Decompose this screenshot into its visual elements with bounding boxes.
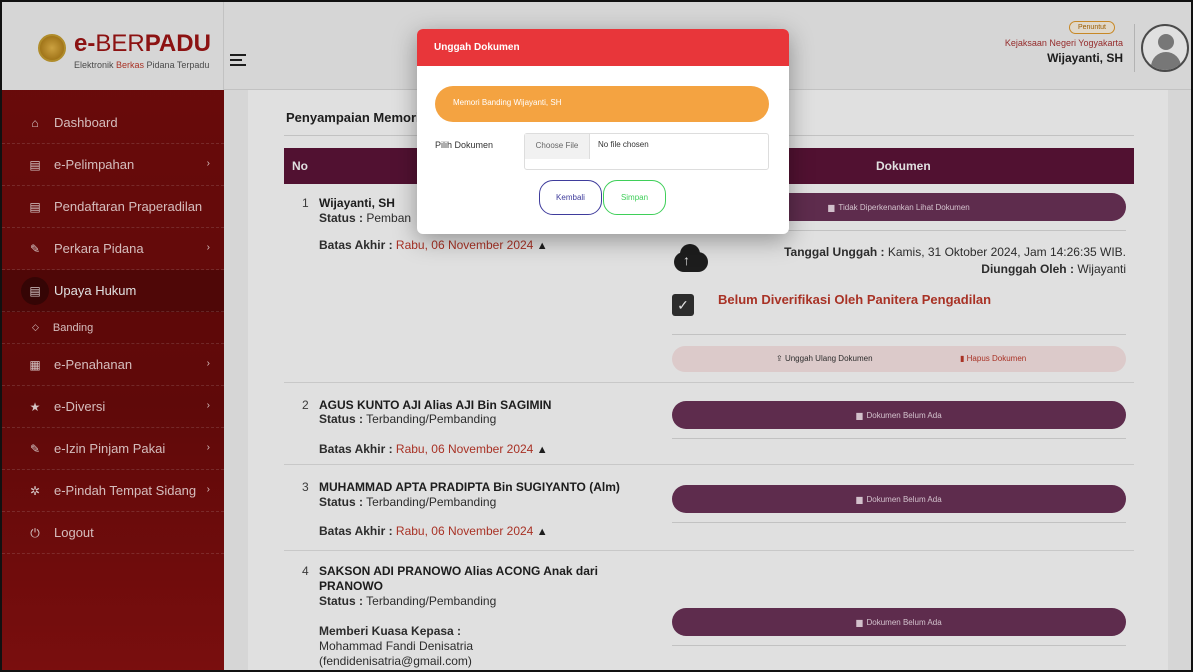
- back-button[interactable]: Kembali: [539, 180, 602, 215]
- app-frame: e-BERPADU Elektronik Berkas Pidana Terpa…: [0, 0, 1193, 672]
- pilih-dokumen-label: Pilih Dokumen: [435, 140, 494, 150]
- document-name-pill: Memori Banding Wijayanti, SH: [435, 86, 769, 122]
- upload-modal: Unggah Dokumen Memori Banding Wijayanti,…: [417, 29, 789, 234]
- file-input[interactable]: Choose File No file chosen: [524, 133, 769, 170]
- choose-file-button[interactable]: Choose File: [525, 134, 590, 159]
- save-button[interactable]: Simpan: [603, 180, 666, 215]
- modal-title: Unggah Dokumen: [417, 29, 789, 66]
- file-status: No file chosen: [598, 140, 649, 149]
